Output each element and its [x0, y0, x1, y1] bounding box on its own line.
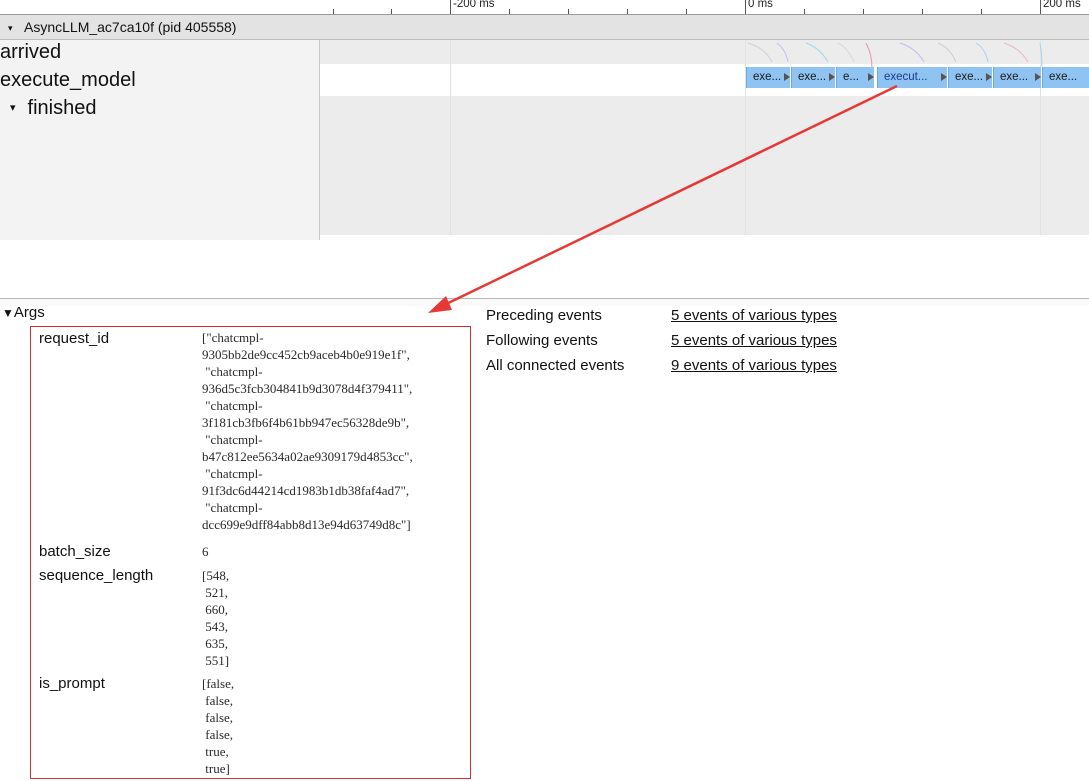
details-panel: ▼Args request_id ["chatcmpl- 9305bb2de9c…: [0, 304, 1089, 781]
flow-arrow-icon: [829, 73, 835, 81]
process-title: AsyncLLM_ac7ca10f (pid 405558): [24, 19, 237, 35]
minor-tick: [981, 9, 982, 14]
slice-execute-model[interactable]: exe...: [791, 67, 835, 88]
all-connected-events-link[interactable]: 9 events of various types: [671, 357, 837, 374]
slice-label: exe...: [1000, 71, 1029, 83]
track-label-arrived[interactable]: arrived: [0, 41, 61, 64]
slice-execute-model[interactable]: e...: [836, 67, 874, 88]
args-title-text: Args: [13, 304, 45, 321]
arg-value: ["chatcmpl- 9305bb2de9cc452cb9aceb4b0e91…: [202, 330, 413, 532]
arg-value: [false, false, false, false, true, true]: [202, 676, 235, 776]
slice-execute-model[interactable]: exe...: [1042, 67, 1089, 88]
collapse-triangle-icon[interactable]: ▼: [2, 306, 14, 320]
minor-tick: [627, 9, 628, 14]
flow-arrow-icon: [1035, 73, 1041, 81]
flow-arrow-icon: [986, 73, 992, 81]
slice-execute-model[interactable]: exe...: [993, 67, 1041, 88]
args-highlight-box: request_id ["chatcmpl- 9305bb2de9cc452cb…: [30, 326, 471, 779]
arg-value: 6: [202, 544, 209, 559]
preceding-events-link[interactable]: 5 events of various types: [671, 307, 837, 324]
track-label-text: arrived: [0, 41, 62, 63]
slice-label: exe...: [1049, 71, 1078, 83]
args-section-header[interactable]: ▼Args: [2, 304, 45, 321]
slice-execute-model[interactable]: exe...: [746, 67, 790, 88]
track-label-execute-model[interactable]: execute_model: [0, 69, 136, 92]
minor-tick: [922, 9, 923, 14]
tick-label: 200 ms: [1043, 0, 1081, 10]
minor-tick: [568, 9, 569, 14]
major-tick: [745, 0, 746, 14]
flow-label-all: All connected events: [486, 357, 625, 374]
track-label-text: finished: [27, 97, 97, 119]
minor-tick: [391, 9, 392, 14]
minor-tick: [804, 9, 805, 14]
timeline-ruler[interactable]: -200 ms 0 ms 200 ms: [0, 0, 1089, 15]
track-area[interactable]: exe... exe... e... execut... exe... exe.…: [320, 40, 1089, 235]
flow-arrow-icon: [784, 73, 790, 81]
track-label-text: execute_model: [0, 69, 136, 91]
flow-label-preceding: Preceding events: [486, 307, 602, 324]
tick-label: 0 ms: [748, 0, 773, 10]
slice-label: execut...: [884, 71, 928, 83]
slice-execute-model-selected[interactable]: execut...: [877, 67, 947, 88]
arg-key: request_id: [39, 330, 110, 347]
major-tick: [1040, 0, 1041, 14]
minor-tick: [333, 9, 334, 14]
tick-label: -200 ms: [453, 0, 495, 10]
slice-label: exe...: [753, 71, 782, 83]
minor-tick: [509, 9, 510, 14]
track-label-finished[interactable]: ▾ finished: [0, 97, 96, 120]
flow-arrow-icon: [868, 73, 874, 81]
slice-label: exe...: [955, 71, 984, 83]
following-events-link[interactable]: 5 events of various types: [671, 332, 837, 349]
arg-value: [548, 521, 660, 543, 635, 551]: [202, 568, 230, 668]
process-header[interactable]: ▾ AsyncLLM_ac7ca10f (pid 405558): [0, 15, 1089, 40]
slice-label: e...: [843, 71, 859, 83]
arg-key: sequence_length: [39, 567, 154, 584]
minor-tick: [863, 9, 864, 14]
collapse-caret-icon[interactable]: ▾: [8, 16, 16, 40]
finished-track: [320, 96, 1089, 235]
slice-label: exe...: [798, 71, 827, 83]
minor-tick: [686, 9, 687, 14]
slice-execute-model[interactable]: exe...: [948, 67, 992, 88]
track-labels-panel: arrived execute_model ▾ finished: [0, 40, 320, 240]
flow-label-following: Following events: [486, 332, 598, 349]
major-tick: [450, 0, 451, 14]
expand-caret-icon[interactable]: ▾: [10, 102, 16, 114]
flow-arrow-icon: [941, 73, 947, 81]
arg-key: batch_size: [39, 543, 111, 560]
arg-key: is_prompt: [39, 675, 105, 692]
